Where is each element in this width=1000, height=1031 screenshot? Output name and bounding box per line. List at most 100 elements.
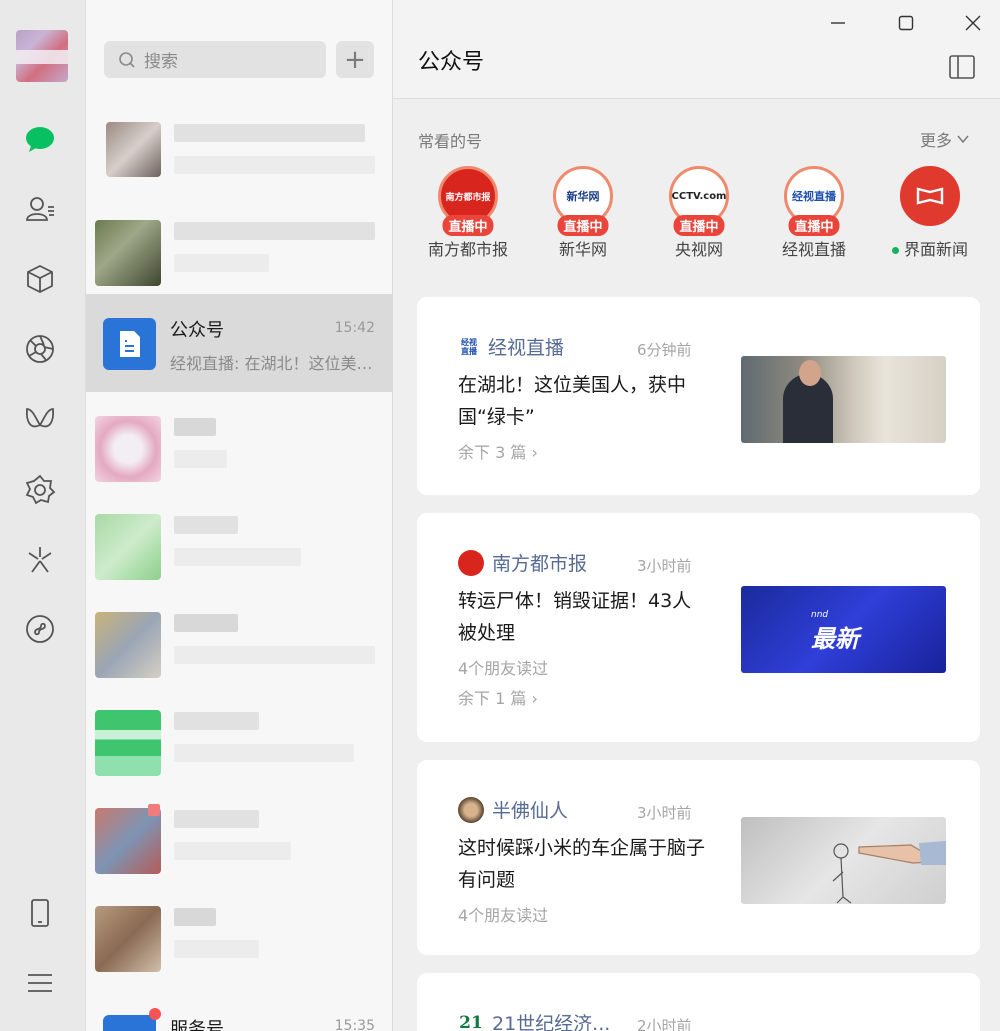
contacts-icon[interactable] (22, 191, 58, 227)
list-item[interactable] (86, 588, 392, 686)
favorites-cube-icon[interactable] (22, 261, 58, 297)
account-name: 经视直播 (781, 240, 846, 259)
article-source[interactable]: 21 21世纪经济... (458, 1009, 610, 1031)
frequent-accounts-label: 常看的号 (418, 132, 483, 151)
moments-icon[interactable] (22, 331, 58, 367)
chevron-right-icon: › (531, 443, 538, 462)
live-badge: 直播中 (673, 215, 725, 236)
article-thumbnail (741, 356, 946, 443)
search-icon (119, 51, 135, 68)
source-logo: 21 (458, 1009, 484, 1031)
article-source[interactable]: 半佛仙人 (458, 796, 568, 823)
favorite-account[interactable]: 界面新闻 (880, 166, 980, 260)
avatar (95, 612, 161, 678)
more-label: 更多 (920, 131, 953, 150)
chevron-down-icon (957, 135, 969, 144)
add-button[interactable]: + (336, 41, 374, 78)
chat-item-service-accounts[interactable]: 服务号 15:35 (86, 980, 392, 1031)
account-name: 南方都市报 (427, 240, 508, 259)
friends-read: 4个朋友读过 (458, 906, 549, 925)
account-name: 央视网 (674, 240, 723, 259)
list-item[interactable] (86, 490, 392, 588)
source-name: 半佛仙人 (492, 800, 569, 822)
live-badge: 直播中 (788, 215, 840, 236)
source-logo (458, 549, 484, 576)
minimize-button[interactable] (825, 10, 851, 36)
friends-read: 4个朋友读过 (458, 659, 549, 678)
list-item[interactable] (86, 392, 392, 490)
unread-badge (148, 804, 160, 816)
search-discover-icon[interactable] (22, 541, 58, 577)
chat-list-panel: 搜索 + 公众号 15:42 经视直播: 在湖北！这位美国人，获中国“绿卡” (86, 0, 393, 1031)
logo-text: 经视直播 (792, 190, 836, 203)
article-card[interactable]: 经视直播 经视直播 6分钟前 在湖北！这位美国人，获中国“绿卡” 余下 3 篇 … (417, 297, 980, 495)
source-avatar (458, 796, 484, 823)
page-title: 公众号 (418, 50, 485, 75)
article-time: 3小时前 (637, 557, 692, 575)
list-item[interactable] (86, 686, 392, 784)
list-item[interactable] (86, 196, 392, 294)
article-time: 3小时前 (637, 804, 692, 822)
logo-text: 新华网 (566, 190, 600, 203)
mini-programs-icon[interactable] (22, 471, 58, 507)
more-link[interactable]: 更多 (920, 127, 970, 151)
search-input[interactable]: 搜索 (104, 41, 326, 78)
panel-header: 公众号 (393, 0, 1000, 99)
article-title: 在湖北！这位美国人，获中国“绿卡” (458, 374, 687, 428)
article-card[interactable]: 南方都市报 3小时前 转运尸体！销毁证据！43人被处理 4个朋友读过 余下 1 … (417, 513, 980, 742)
close-button[interactable] (960, 10, 986, 36)
list-item[interactable] (86, 882, 392, 980)
document-icon (119, 331, 140, 357)
favorite-account[interactable]: 经视直播 直播中 经视直播 (764, 166, 864, 260)
chat-name: 公众号 (170, 320, 224, 341)
account-name: 新华网 (558, 240, 607, 259)
source-name: 南方都市报 (492, 553, 588, 575)
article-card[interactable]: 半佛仙人 3小时前 这时候踩小米的车企属于脑子有问题 4个朋友读过 (417, 760, 980, 955)
menu-icon[interactable] (22, 965, 58, 1001)
avatar (95, 220, 161, 286)
article-title: 转运尸体！销毁证据！43人被处理 (458, 590, 692, 644)
remaining-articles-link[interactable]: 余下 3 篇 › (458, 439, 538, 463)
account-name: 界面新闻 (903, 240, 968, 259)
favorite-account[interactable]: 南方都市报 直播中 南方都市报 (418, 166, 518, 260)
chat-preview: 经视直播: 在湖北！这位美国人，获中国“绿卡” (170, 354, 382, 373)
channels-icon[interactable] (22, 401, 58, 437)
article-source[interactable]: 经视直播 经视直播 (458, 333, 564, 360)
mini-program-link-icon[interactable] (22, 611, 58, 647)
article-source[interactable]: 南方都市报 (458, 549, 587, 576)
logo-text: 南方都市报 (445, 192, 491, 203)
favorite-account[interactable]: 新华网 直播中 新华网 (533, 166, 633, 260)
jiemian-logo-icon (916, 187, 944, 205)
article-title: 这时候踩小米的车企属于脑子有问题 (458, 837, 706, 891)
chat-name: 服务号 (170, 1019, 224, 1031)
sidebar-toggle-button[interactable] (948, 53, 976, 81)
avatar (95, 514, 161, 580)
account-name-with-dot: 界面新闻 (880, 236, 980, 260)
chat-icon[interactable] (22, 121, 58, 157)
sidebar-panel-icon (949, 55, 975, 79)
article-card[interactable]: 21 21世纪经济... 2小时前 (417, 973, 980, 1031)
avatar (95, 808, 161, 874)
account-logo: 南方都市报 直播中 (438, 166, 498, 236)
source-logo: 经视直播 (458, 333, 480, 360)
chat-time: 15:35 (334, 1018, 375, 1031)
avatar (95, 416, 161, 482)
avatar (95, 906, 161, 972)
phone-icon[interactable] (22, 895, 58, 931)
favorite-account[interactable]: CCTV.com 直播中 央视网 (649, 166, 749, 260)
maximize-icon (898, 15, 914, 31)
logo-text: CCTV.com (671, 190, 727, 202)
user-avatar[interactable] (16, 30, 68, 82)
list-item[interactable] (86, 784, 392, 882)
service-accounts-avatar (103, 1015, 156, 1031)
maximize-button[interactable] (893, 10, 919, 36)
chevron-right-icon: › (531, 689, 538, 708)
thumb-text: 最新 (811, 625, 859, 653)
remaining-articles-link[interactable]: 余下 1 篇 › (458, 685, 538, 709)
online-dot (891, 247, 899, 254)
chat-time: 15:42 (334, 320, 375, 336)
account-logo: CCTV.com 直播中 (669, 166, 729, 236)
list-item[interactable] (86, 98, 392, 196)
avatar (95, 710, 161, 776)
chat-item-official-accounts[interactable]: 公众号 15:42 经视直播: 在湖北！这位美国人，获中国“绿卡” (86, 294, 392, 392)
